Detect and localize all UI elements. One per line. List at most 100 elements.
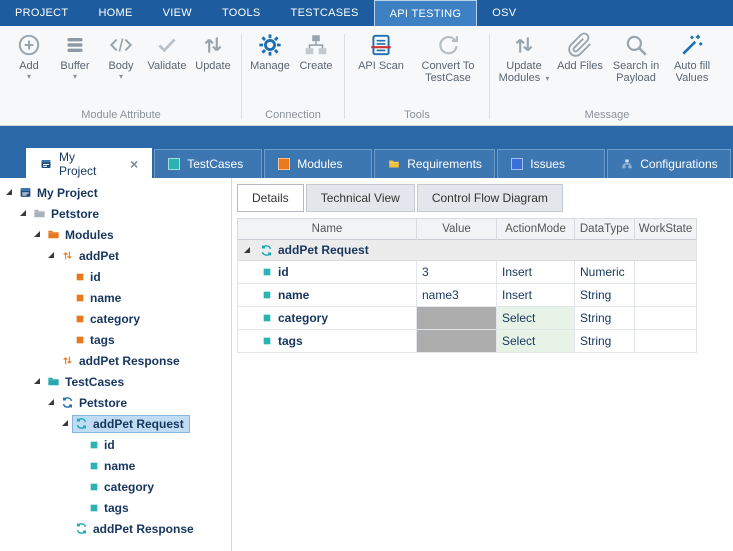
- add-files-button[interactable]: Add Files: [553, 30, 607, 72]
- grid-row-category-name[interactable]: category: [237, 307, 417, 330]
- tab-testcases[interactable]: TestCases: [154, 149, 262, 178]
- tree-item-category-teststep[interactable]: category: [0, 476, 231, 497]
- grid-row-tags-actionmode[interactable]: Select: [497, 330, 575, 353]
- tab-issues[interactable]: Issues: [497, 149, 605, 178]
- column-header-name: Name: [237, 218, 417, 240]
- tree-item-id-teststep[interactable]: id: [0, 434, 231, 455]
- manage-connection-button[interactable]: Manage: [247, 30, 293, 72]
- tree-item-addpet-response-teststep[interactable]: addPet Response: [0, 518, 231, 539]
- tree-item-modules[interactable]: Modules: [0, 224, 231, 245]
- expander-placeholder: [74, 460, 85, 471]
- attribute-teal-icon: [89, 503, 99, 513]
- menu-osv[interactable]: OSV: [477, 0, 531, 26]
- grid-row-name-actionmode[interactable]: Insert: [497, 284, 575, 307]
- expander-icon[interactable]: [60, 418, 71, 429]
- tree-item-testcases[interactable]: TestCases: [0, 371, 231, 392]
- tree-item-addpet-request[interactable]: addPet Request: [0, 413, 231, 434]
- dropdown-caret-icon: ▾: [545, 74, 549, 83]
- column-header-datatype: DataType: [575, 218, 635, 240]
- folder-orange-icon: [47, 228, 60, 241]
- dropdown-caret-icon: ▾: [73, 72, 77, 81]
- expander-placeholder: [60, 292, 71, 303]
- grid-row-id-name[interactable]: id: [237, 261, 417, 284]
- tree-item-my-project[interactable]: My Project: [0, 182, 231, 203]
- grid-row-id-value[interactable]: 3: [417, 261, 497, 284]
- requirements-folder-icon: [388, 158, 400, 170]
- tree-item-name-teststep[interactable]: name: [0, 455, 231, 476]
- grid-row-tags-workstate[interactable]: [635, 330, 697, 353]
- grid-row-tags-value: [417, 330, 497, 353]
- grid-row-name-datatype[interactable]: String: [575, 284, 635, 307]
- tree-item-tags-module[interactable]: tags: [0, 329, 231, 350]
- update-button[interactable]: Update: [190, 30, 236, 72]
- tree-item-name-module[interactable]: name: [0, 287, 231, 308]
- tab-modules[interactable]: Modules: [264, 149, 372, 178]
- grid-row-name-workstate[interactable]: [635, 284, 697, 307]
- grid-row-tags-datatype[interactable]: String: [575, 330, 635, 353]
- grid-row-category-workstate[interactable]: [635, 307, 697, 330]
- ribbon-group-label: Module Attribute: [6, 106, 236, 125]
- expander-icon[interactable]: [4, 187, 15, 198]
- tree-item-addpet-response-module[interactable]: addPet Response: [0, 350, 231, 371]
- search-in-payload-button[interactable]: Search in Payload: [607, 30, 665, 84]
- module-orange-icon: [61, 354, 74, 367]
- menu-home[interactable]: HOME: [83, 0, 147, 26]
- create-connection-button[interactable]: Create: [293, 30, 339, 72]
- buffer-button[interactable]: Buffer ▾: [52, 30, 98, 81]
- add-button[interactable]: Add ▾: [6, 30, 52, 81]
- update-modules-button[interactable]: Update Modules ▾: [495, 30, 553, 84]
- testcase-refresh-icon: [61, 396, 74, 409]
- body-button[interactable]: Body ▾: [98, 30, 144, 81]
- configurations-icon: [621, 158, 633, 170]
- validate-button[interactable]: Validate: [144, 30, 190, 72]
- expander-icon[interactable]: [18, 208, 29, 219]
- grid-row-name-name[interactable]: name: [237, 284, 417, 307]
- attribute-teal-icon: [262, 313, 272, 323]
- update-modules-icon: [511, 32, 537, 58]
- grid-row-id-datatype[interactable]: Numeric: [575, 261, 635, 284]
- grid-row-id-actionmode[interactable]: Insert: [497, 261, 575, 284]
- folder-teal-icon: [47, 375, 60, 388]
- column-header-value: Value: [417, 218, 497, 240]
- expander-icon[interactable]: [46, 397, 57, 408]
- tree-item-petstore-testcase[interactable]: Petstore: [0, 392, 231, 413]
- tab-requirements[interactable]: Requirements: [374, 149, 495, 178]
- tab-technical-view[interactable]: Technical View: [306, 184, 415, 212]
- grid-row-category-actionmode[interactable]: Select: [497, 307, 575, 330]
- tab-control-flow-diagram[interactable]: Control Flow Diagram: [417, 184, 563, 212]
- tree-item-petstore[interactable]: Petstore: [0, 203, 231, 224]
- tree-item-id-module[interactable]: id: [0, 266, 231, 287]
- attribute-orange-icon: [75, 293, 85, 303]
- tree-item-addpet-module[interactable]: addPet: [0, 245, 231, 266]
- expander-icon[interactable]: [242, 245, 253, 256]
- menu-testcases[interactable]: TESTCASES: [276, 0, 374, 26]
- grid-group-row-addpet-request[interactable]: addPet Request: [237, 240, 697, 261]
- api-scan-button[interactable]: API Scan: [350, 30, 412, 72]
- grid-row-category-datatype[interactable]: String: [575, 307, 635, 330]
- tree-item-tags-teststep[interactable]: tags: [0, 497, 231, 518]
- convert-to-testcase-button[interactable]: Convert To TestCase: [412, 30, 484, 84]
- expander-icon[interactable]: [46, 250, 57, 261]
- grid-row-id-workstate[interactable]: [635, 261, 697, 284]
- tab-my-project[interactable]: My Project ×: [26, 148, 152, 178]
- expander-icon[interactable]: [32, 229, 43, 240]
- menu-api-testing[interactable]: API TESTING: [374, 0, 478, 26]
- menu-view[interactable]: VIEW: [148, 0, 207, 26]
- tab-details[interactable]: Details: [237, 184, 304, 212]
- tab-configurations[interactable]: Configurations: [607, 149, 731, 178]
- application-window: PROJECT HOME VIEW TOOLS TESTCASES API TE…: [0, 0, 733, 551]
- expander-icon[interactable]: [32, 376, 43, 387]
- expander-placeholder: [60, 334, 71, 345]
- auto-fill-values-button[interactable]: Auto fill Values: [665, 30, 719, 84]
- menu-tools[interactable]: TOOLS: [207, 0, 276, 26]
- grid-row-name-value[interactable]: name3: [417, 284, 497, 307]
- column-header-workstate: WorkState: [635, 218, 697, 240]
- api-scan-icon: [368, 32, 394, 58]
- grid-row-tags-name[interactable]: tags: [237, 330, 417, 353]
- module-orange-icon: [61, 249, 74, 262]
- tree-item-category-module[interactable]: category: [0, 308, 231, 329]
- close-tab-icon[interactable]: ×: [130, 158, 138, 170]
- attribute-orange-icon: [75, 272, 85, 282]
- validate-check-icon: [154, 32, 180, 58]
- menu-project[interactable]: PROJECT: [0, 0, 83, 26]
